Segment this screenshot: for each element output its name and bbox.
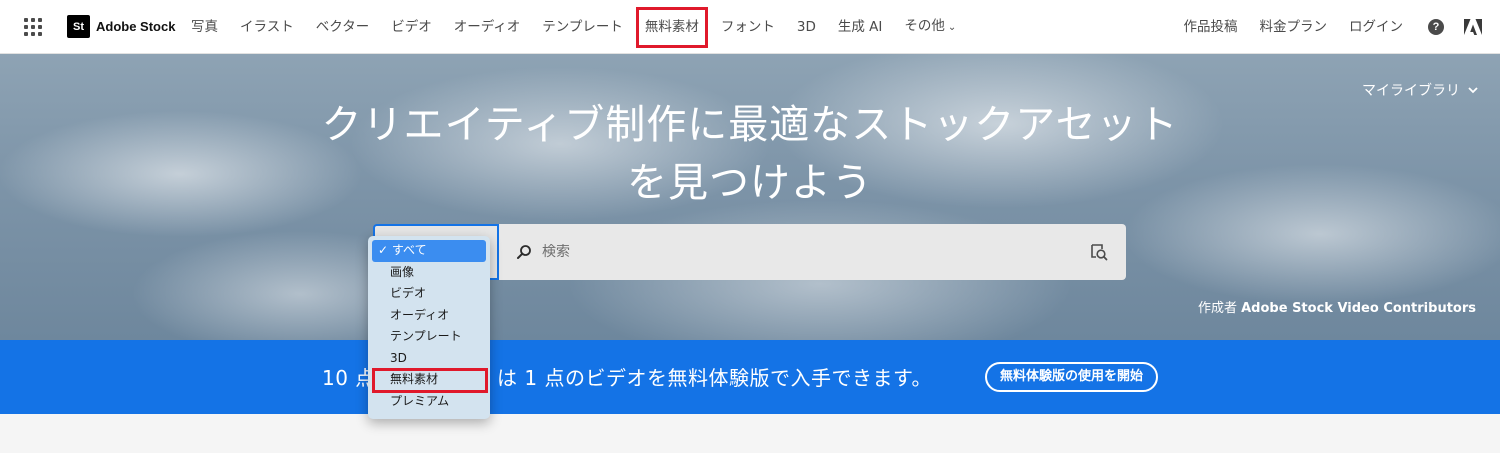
dropdown-option-audio[interactable]: オーディオ xyxy=(372,305,486,327)
nav-link-pricing[interactable]: 料金プラン xyxy=(1249,0,1339,54)
search-box xyxy=(499,224,1126,280)
free-trial-banner: 10 点 は 1 点のビデオを無料体験版で入手できます。 無料体験版の使用を開始 xyxy=(0,340,1500,414)
dropdown-option-premium[interactable]: プレミアム xyxy=(372,391,486,413)
hero-title: クリエイティブ制作に最適なストックアセット を見つけよう xyxy=(0,96,1500,212)
dropdown-option-templates[interactable]: テンプレート xyxy=(372,326,486,348)
help-icon[interactable]: ? xyxy=(1428,19,1444,35)
nav-link-generative-ai[interactable]: 生成 AI xyxy=(827,0,894,54)
app-switcher-icon[interactable] xyxy=(24,18,42,36)
nav-right: 作品投稿 料金プラン ログイン ? xyxy=(1173,0,1482,54)
dropdown-option-free[interactable]: 無料素材 xyxy=(372,368,488,392)
visual-search-icon[interactable] xyxy=(1090,243,1108,261)
content-area xyxy=(0,414,1500,453)
hero-section: マイライブラリ クリエイティブ制作に最適なストックアセット を見つけよう 作成者… xyxy=(0,54,1500,340)
adobe-logo-icon[interactable] xyxy=(1464,19,1482,35)
search-input[interactable] xyxy=(542,244,1062,260)
dropdown-option-label: すべて xyxy=(391,243,427,257)
nav-link-fonts[interactable]: フォント xyxy=(710,0,786,54)
stock-logo-icon: St xyxy=(67,15,90,38)
category-dropdown-menu: ✓ すべて 画像 ビデオ オーディオ テンプレート 3D 無料素材 プレミアム xyxy=(368,236,490,419)
search-icon xyxy=(517,245,531,259)
credit-name[interactable]: Adobe Stock Video Contributors xyxy=(1241,301,1476,316)
nav-link-more-label: その他 xyxy=(904,18,945,34)
nav-link-videos[interactable]: ビデオ xyxy=(380,0,443,54)
hero-title-line-2: を見つけよう xyxy=(627,160,873,206)
adobe-stock-logo[interactable]: St Adobe Stock xyxy=(67,15,175,38)
nav-link-free[interactable]: 無料素材 xyxy=(634,0,710,54)
dropdown-option-videos[interactable]: ビデオ xyxy=(372,283,486,305)
dropdown-option-images[interactable]: 画像 xyxy=(372,262,486,284)
nav-link-more[interactable]: その他 ⌄ xyxy=(893,0,967,55)
chevron-down-icon xyxy=(1468,86,1478,93)
brand-name: Adobe Stock xyxy=(96,19,176,34)
banner-text-end: は 1 点のビデオを無料体験版で入手できます。 xyxy=(497,366,932,390)
nav-link-contribute[interactable]: 作品投稿 xyxy=(1173,0,1249,54)
nav-link-photos[interactable]: 写真 xyxy=(180,0,229,54)
credit-prefix: 作成者 xyxy=(1197,301,1237,316)
start-free-trial-button[interactable]: 無料体験版の使用を開始 xyxy=(985,362,1159,392)
top-navigation: St Adobe Stock 写真 イラスト ベクター ビデオ オーディオ テン… xyxy=(0,0,1500,54)
nav-link-templates[interactable]: テンプレート xyxy=(531,0,634,54)
check-icon: ✓ xyxy=(378,243,389,257)
hero-credit: 作成者 Adobe Stock Video Contributors xyxy=(1198,297,1476,316)
hero-title-line-1: クリエイティブ制作に最適なストックアセット xyxy=(321,102,1179,148)
main-nav: 写真 イラスト ベクター ビデオ オーディオ テンプレート 無料素材 フォント … xyxy=(180,0,967,54)
nav-link-illustrations[interactable]: イラスト xyxy=(229,0,305,54)
dropdown-option-3d[interactable]: 3D xyxy=(372,348,486,370)
nav-link-audio[interactable]: オーディオ xyxy=(443,0,532,54)
nav-link-vectors[interactable]: ベクター xyxy=(305,0,380,54)
nav-link-3d[interactable]: 3D xyxy=(786,0,827,54)
chevron-down-icon: ⌄ xyxy=(947,22,957,33)
dropdown-option-all[interactable]: ✓ すべて xyxy=(372,240,486,262)
nav-link-login[interactable]: ログイン xyxy=(1338,0,1414,54)
